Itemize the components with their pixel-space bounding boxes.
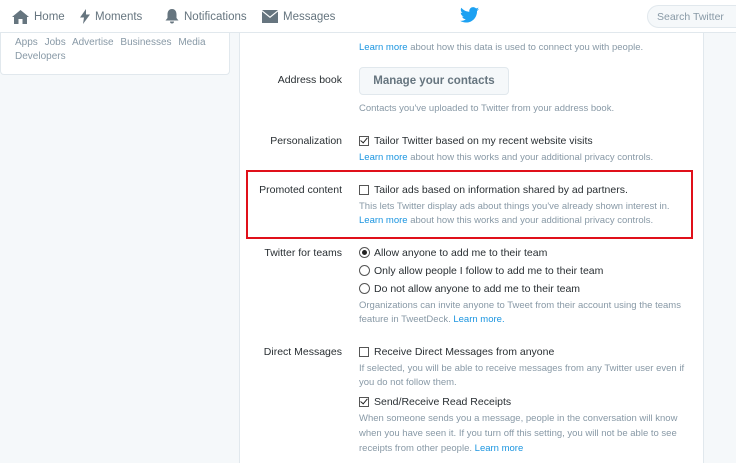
footer-link-businesses[interactable]: Businesses (120, 37, 171, 48)
search-input[interactable]: Search Twitter (647, 5, 736, 28)
read-receipts-learn-more-link[interactable]: Learn more (475, 443, 524, 454)
envelope-icon (262, 10, 278, 23)
teams-label: Twitter for teams (264, 247, 342, 259)
left-footer-card: Apps Jobs Advertise Businesses Media Dev… (0, 33, 230, 75)
receive-dm-checkbox[interactable] (359, 347, 369, 357)
read-receipts-help-line2: when you have seen it. If you turn off t… (359, 428, 677, 439)
nav-notifications[interactable]: Notifications (165, 0, 247, 33)
promoted-content-checkbox[interactable] (359, 185, 369, 195)
footer-link-advertise[interactable]: Advertise (72, 37, 114, 48)
nav-moments[interactable]: Moments (80, 0, 142, 33)
direct-messages-label: Direct Messages (263, 346, 342, 358)
personalization-checkbox[interactable] (359, 136, 369, 146)
read-receipts-option[interactable]: Send/Receive Read Receipts (374, 396, 511, 408)
top-learn-more-link[interactable]: Learn more (359, 42, 408, 53)
promoted-content-option[interactable]: Tailor ads based on information shared b… (374, 184, 628, 196)
footer-link-developers[interactable]: Developers (15, 51, 66, 62)
nav-messages-label: Messages (283, 10, 336, 23)
read-receipts-help-line3: receipts from other people. Learn more (359, 443, 524, 454)
footer-link-apps[interactable]: Apps (15, 37, 38, 48)
personalization-learn-more-link[interactable]: Learn more (359, 152, 408, 163)
manage-contacts-button[interactable]: Manage your contacts (359, 67, 509, 95)
personalization-option[interactable]: Tailor Twitter based on my recent websit… (374, 135, 593, 147)
top-navigation-bar: Home Moments Notifications Messages Sear… (0, 0, 736, 33)
footer-link-media[interactable]: Media (178, 37, 205, 48)
promoted-learn-more-link[interactable]: Learn more (359, 215, 408, 226)
teams-radio-anyone[interactable] (359, 247, 370, 258)
personalization-help: Learn more about how this works and your… (359, 152, 654, 163)
address-book-label: Address book (277, 74, 342, 86)
nav-home-label: Home (34, 10, 65, 23)
nav-notifications-label: Notifications (184, 10, 247, 23)
receive-dm-help-line2: you do not follow them. (359, 377, 457, 388)
privacy-settings-panel: Learn more about how this data is used t… (239, 33, 704, 463)
teams-option-anyone[interactable]: Allow anyone to add me to their team (374, 247, 547, 259)
personalization-label: Personalization (270, 135, 342, 147)
promoted-content-label: Promoted content (259, 184, 342, 196)
address-book-help: Contacts you've uploaded to Twitter from… (359, 103, 615, 114)
teams-help-line2: feature in TweetDeck. Learn more. (359, 314, 505, 325)
promoted-content-help-line2: Learn more about how this works and your… (359, 215, 654, 226)
teams-radio-following[interactable] (359, 265, 370, 276)
nav-home[interactable]: Home (12, 0, 65, 33)
receive-dm-option[interactable]: Receive Direct Messages from anyone (374, 346, 554, 358)
nav-moments-label: Moments (95, 10, 143, 23)
teams-radio-none[interactable] (359, 283, 370, 294)
teams-option-following[interactable]: Only allow people I follow to add me to … (374, 265, 603, 277)
read-receipts-help-line1: When someone sends you a message, people… (359, 413, 678, 424)
nav-messages[interactable]: Messages (262, 0, 335, 33)
home-icon (12, 9, 29, 24)
teams-learn-more-link[interactable]: Learn more. (453, 314, 504, 325)
search-placeholder: Search Twitter (657, 11, 724, 23)
lightning-icon (80, 9, 90, 24)
twitter-bird-icon[interactable] (460, 7, 479, 26)
bell-icon (165, 9, 179, 24)
footer-link-jobs[interactable]: Jobs (45, 37, 66, 48)
top-help-text: Learn more about how this data is used t… (359, 42, 644, 53)
teams-option-none[interactable]: Do not allow anyone to add me to their t… (374, 283, 580, 295)
footer-links: Apps Jobs Advertise Businesses Media Dev… (15, 36, 220, 64)
read-receipts-checkbox[interactable] (359, 397, 369, 407)
